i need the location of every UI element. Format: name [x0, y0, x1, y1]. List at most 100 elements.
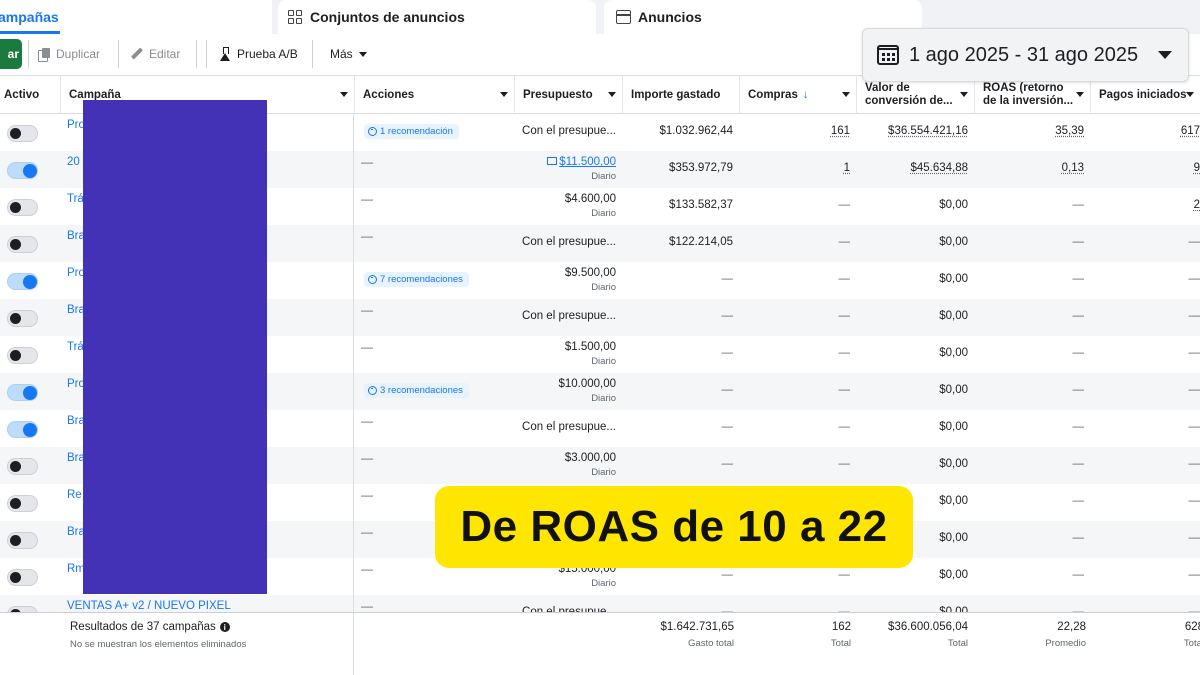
recommendations-badge[interactable]: 3 recomendaciones: [364, 383, 469, 398]
column-amount-spent[interactable]: Importe gastado: [622, 76, 739, 114]
campaign-toggle[interactable]: [7, 569, 38, 586]
budget-cell[interactable]: $9.500,00 Diario: [514, 262, 622, 299]
column-budget[interactable]: Presupuesto: [514, 76, 622, 114]
column-active[interactable]: Activo: [0, 76, 56, 114]
sort-descending-icon: ↓: [802, 88, 809, 101]
amount-spent-cell-value: $353.972,79: [669, 162, 733, 174]
ab-test-button[interactable]: Prueba A/B: [219, 40, 298, 68]
campaign-name-link[interactable]: Trá: [67, 193, 84, 205]
column-conversion-value-line2: conversión de...: [865, 95, 953, 107]
campaign-toggle[interactable]: [7, 273, 38, 290]
chevron-down-icon: [500, 92, 508, 97]
results-summary: Resultados de 37 campañas i: [70, 621, 230, 633]
campaign-toggle[interactable]: [7, 199, 38, 216]
payments-initiated-cell: —: [1090, 336, 1200, 373]
duplicate-label: Duplicar: [56, 47, 101, 61]
campaign-name-link[interactable]: VENTAS A+ v2 / NUEVO PIXEL: [67, 600, 231, 612]
roas-cell-value: —: [1072, 236, 1085, 248]
conversion-value-cell-value: $36.554.421,16: [888, 125, 968, 137]
pencil-icon: [131, 48, 143, 60]
campaign-toggle[interactable]: [7, 236, 38, 253]
budget-amount: $9.500,00: [564, 267, 616, 279]
campaign-toggle[interactable]: [7, 532, 38, 549]
recommendations-badge[interactable]: 1 recomendación: [364, 124, 459, 139]
column-roas-line2: de la inversión...: [983, 95, 1074, 107]
amount-spent-cell: —: [622, 336, 739, 373]
payments-initiated-cell: —: [1090, 299, 1200, 336]
campaign-name-link[interactable]: Trá: [67, 341, 84, 353]
create-button[interactable]: ar: [0, 39, 22, 69]
budget-cell[interactable]: Con el presupue...: [514, 114, 622, 151]
payments-initiated-cell-value: 9: [1193, 162, 1200, 174]
roas-cell: 0,13: [974, 151, 1090, 188]
payments-initiated-cell: —: [1090, 410, 1200, 447]
roas-cell: —: [974, 447, 1090, 484]
amount-spent-cell: $1.032.962,44: [622, 114, 739, 151]
payments-initiated-cell-value: —: [1188, 532, 1200, 544]
amount-spent-cell: $122.214,05: [622, 225, 739, 262]
info-icon[interactable]: i: [219, 622, 230, 632]
grid-icon: [288, 9, 303, 25]
date-range-picker[interactable]: 1 ago 2025 - 31 ago 2025: [862, 28, 1189, 82]
conversion-value-cell-value: $0,00: [939, 347, 968, 359]
budget-value: $9.500,00: [565, 267, 616, 279]
recommendations-badge[interactable]: 7 recomendaciones: [364, 272, 469, 287]
budget-cell[interactable]: Con el presupue...: [514, 225, 622, 262]
payments-initiated-cell-value: 2: [1193, 199, 1200, 211]
roas-cell-value: —: [1072, 384, 1085, 396]
duplicate-button[interactable]: Duplicar: [38, 40, 100, 68]
toolbar-divider: [312, 40, 313, 68]
campaign-toggle[interactable]: [7, 310, 38, 327]
roas-cell: —: [974, 410, 1090, 447]
payments-initiated-cell: —: [1090, 558, 1200, 595]
purchases-cell: —: [739, 262, 856, 299]
column-purchases[interactable]: Compras ↓: [739, 76, 856, 114]
recommendation-icon: [368, 275, 377, 284]
budget-cell[interactable]: $3.000,00 Diario: [514, 447, 622, 484]
purchases-cell: —: [739, 299, 856, 336]
column-actions[interactable]: Acciones: [354, 76, 514, 114]
budget-cell[interactable]: $4.600,00 Diario: [514, 188, 622, 225]
amount-spent-cell: —: [622, 262, 739, 299]
payments-initiated-cell: 2: [1090, 188, 1200, 225]
budget-cell[interactable]: $1.500,00 Diario: [514, 336, 622, 373]
total-spent-caption: Gasto total: [688, 638, 734, 649]
column-divider: [353, 114, 354, 675]
campaign-toggle[interactable]: [7, 347, 38, 364]
tab-ad-sets[interactable]: Conjuntos de anuncios: [278, 0, 596, 34]
budget-amount: $4.600,00: [564, 193, 616, 205]
edit-button[interactable]: Editar: [131, 40, 180, 68]
amount-spent-cell-value: —: [721, 458, 734, 470]
amount-spent-cell: —: [622, 373, 739, 410]
total-conversion-value-caption: Total: [947, 638, 968, 649]
purchases-cell-value: —: [838, 421, 851, 433]
payments-initiated-cell-value: —: [1188, 458, 1200, 470]
budget-period: Diario: [591, 356, 616, 367]
total-payments: 628 Total: [1184, 621, 1200, 649]
roas-cell: —: [974, 373, 1090, 410]
amount-spent-cell-value: —: [721, 310, 734, 322]
amount-spent-cell: —: [622, 410, 739, 447]
campaign-toggle[interactable]: [7, 162, 38, 179]
column-amount-spent-label: Importe gastado: [631, 88, 721, 101]
campaign-toggle[interactable]: [7, 384, 38, 401]
ab-test-label: Prueba A/B: [237, 47, 298, 61]
more-button[interactable]: Más: [330, 40, 367, 68]
conversion-value-cell-value: $0,00: [939, 532, 968, 544]
budget-value: $3.000,00: [565, 452, 616, 464]
toolbar-divider: [28, 40, 29, 68]
recommendations-label: 3 recomendaciones: [380, 385, 463, 396]
campaign-toggle[interactable]: [7, 125, 38, 142]
budget-cell[interactable]: $10.000,00 Diario: [514, 373, 622, 410]
conversion-value-cell: $0,00: [856, 410, 974, 447]
campaign-toggle[interactable]: [7, 421, 38, 438]
budget-cell[interactable]: Con el presupue...: [514, 299, 622, 336]
column-roas-line1: ROAS (retorno: [983, 82, 1064, 94]
budget-cell[interactable]: Con el presupue...: [514, 410, 622, 447]
campaign-toggle[interactable]: [7, 495, 38, 512]
campaign-name-link[interactable]: Re: [67, 489, 82, 501]
budget-cell[interactable]: $11.500,00 Diario: [514, 151, 622, 188]
campaign-toggle[interactable]: [7, 458, 38, 475]
total-payments-value: 628: [1184, 621, 1200, 633]
tab-campaigns[interactable]: ampañas: [0, 0, 272, 34]
